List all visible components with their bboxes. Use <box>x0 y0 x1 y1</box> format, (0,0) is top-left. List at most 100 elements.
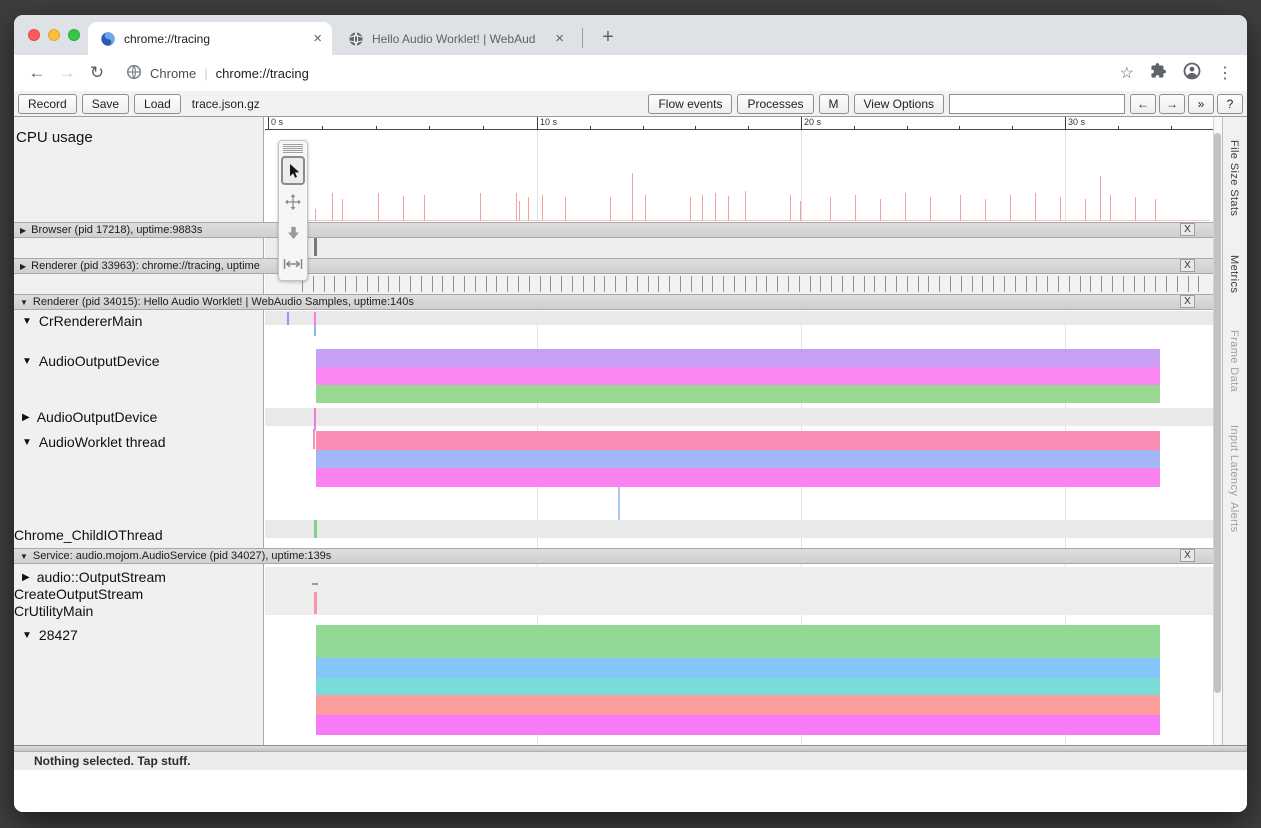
menu-kebab-icon[interactable]: ⋮ <box>1217 63 1233 83</box>
zoom-tool-button[interactable] <box>281 218 305 247</box>
trace-event-tick[interactable] <box>453 276 454 292</box>
thread-label-row[interactable]: Chrome_ChildIOThread <box>14 526 262 544</box>
process-header[interactable]: ▼Service: audio.mojom.AudioService (pid … <box>14 548 1213 564</box>
trace-event-tick[interactable] <box>820 276 821 292</box>
trace-event-tick[interactable] <box>1101 276 1102 292</box>
thread-label-row[interactable]: ▼28427 <box>14 626 262 644</box>
close-process-button[interactable]: X <box>1180 295 1195 308</box>
trace-event-tick[interactable] <box>388 276 389 292</box>
trace-event-tick[interactable] <box>766 276 767 292</box>
trace-event-tick[interactable] <box>950 276 951 292</box>
trace-event-tick[interactable] <box>313 276 314 292</box>
thread-label-row[interactable]: ▼AudioWorklet thread <box>14 433 262 451</box>
utility-28427-bars[interactable] <box>316 678 1160 695</box>
collapse-arrow-icon[interactable]: ▼ <box>20 552 28 561</box>
scrollbar-thumb[interactable] <box>1214 133 1221 693</box>
trace-event-tick[interactable] <box>1026 276 1027 292</box>
worklet-blue-tick[interactable] <box>618 487 620 520</box>
trace-event-tick[interactable] <box>1198 276 1199 292</box>
extensions-puzzle-icon[interactable] <box>1150 62 1167 84</box>
trace-event-tick[interactable] <box>442 276 443 292</box>
find-previous-button[interactable]: ← <box>1130 94 1156 114</box>
expand-arrow-icon[interactable]: ▶ <box>22 572 30 583</box>
zoom-window-button[interactable] <box>68 29 80 41</box>
process-header[interactable]: ▼Renderer (pid 34015): Hello Audio Workl… <box>14 294 1213 310</box>
renderer-main-purple-tick[interactable] <box>287 312 289 325</box>
trace-event-tick[interactable] <box>507 276 508 292</box>
trace-event-tick[interactable] <box>421 276 422 292</box>
createoutputstream-pink-tick[interactable] <box>314 592 317 614</box>
trace-event-tick[interactable] <box>842 276 843 292</box>
trace-event-tick[interactable] <box>1123 276 1124 292</box>
close-process-button[interactable]: X <box>1180 223 1195 236</box>
close-window-button[interactable] <box>28 29 40 41</box>
collapse-arrow-icon[interactable]: ▼ <box>22 437 32 448</box>
trace-event-tick[interactable] <box>939 276 940 292</box>
more-options-button[interactable]: » <box>1188 94 1214 114</box>
trace-event-tick[interactable] <box>982 276 983 292</box>
thread-label-row[interactable]: ▶audio::OutputStream <box>14 568 262 586</box>
trace-event-tick[interactable] <box>1015 276 1016 292</box>
trace-event-tick[interactable] <box>637 276 638 292</box>
close-process-button[interactable]: X <box>1180 549 1195 562</box>
utility-28427-bars[interactable] <box>316 695 1160 715</box>
process-header[interactable]: ▶Browser (pid 17218), uptime:9883sX <box>14 222 1213 238</box>
trace-event-tick[interactable] <box>874 276 875 292</box>
tab-tracing[interactable]: chrome://tracing × <box>88 22 332 55</box>
renderer-main-pink-tick[interactable] <box>314 312 316 325</box>
audio-worklet-start-tick[interactable] <box>313 429 315 449</box>
audio-output-device-bars[interactable] <box>316 349 1160 367</box>
trace-event-tick[interactable] <box>529 276 530 292</box>
bookmark-star-icon[interactable]: ☆ <box>1120 63 1134 83</box>
trace-event-tick[interactable] <box>1036 276 1037 292</box>
forward-icon[interactable]: → <box>52 63 82 83</box>
trace-event-tick[interactable] <box>723 276 724 292</box>
expand-arrow-icon[interactable]: ▶ <box>20 262 26 271</box>
utility-28427-bars[interactable] <box>316 715 1160 735</box>
trace-event-tick[interactable] <box>691 276 692 292</box>
thread-label-row[interactable]: CreateOutputStream <box>14 585 262 603</box>
minimize-window-button[interactable] <box>48 29 60 41</box>
sidebar-tab-frame-data[interactable]: Frame Data <box>1228 330 1240 392</box>
trace-event-tick[interactable] <box>626 276 627 292</box>
audio-worklet-bars[interactable] <box>316 468 1160 487</box>
trace-event-tick[interactable] <box>896 276 897 292</box>
find-next-button[interactable]: → <box>1159 94 1185 114</box>
trace-event-tick[interactable] <box>604 276 605 292</box>
trace-event-tick[interactable] <box>853 276 854 292</box>
trace-event-tick[interactable] <box>367 276 368 292</box>
trace-event-tick[interactable] <box>486 276 487 292</box>
trace-event-tick[interactable] <box>648 276 649 292</box>
processes-button[interactable]: Processes <box>737 94 813 114</box>
trace-event-tick[interactable] <box>756 276 757 292</box>
trace-event-tick[interactable] <box>1047 276 1048 292</box>
browser-event-tick[interactable] <box>314 238 317 256</box>
sidebar-tab-alerts[interactable]: Alerts <box>1228 502 1240 533</box>
sidebar-tab-input-latency[interactable]: Input Latency <box>1228 425 1240 496</box>
trace-event-tick[interactable] <box>334 276 335 292</box>
omnibox[interactable]: Chrome | chrome://tracing <box>126 64 309 83</box>
thread-label-row[interactable]: CrUtilityMain <box>14 602 262 620</box>
trace-event-tick[interactable] <box>1188 276 1189 292</box>
timing-tool-button[interactable] <box>281 249 305 278</box>
utility-28427-bars[interactable] <box>316 658 1160 678</box>
trace-event-tick[interactable] <box>1080 276 1081 292</box>
renderer-main-blue-tick[interactable] <box>314 325 316 336</box>
trace-event-tick[interactable] <box>356 276 357 292</box>
collapse-arrow-icon[interactable]: ▼ <box>22 356 32 367</box>
trace-event-tick[interactable] <box>831 276 832 292</box>
utility-28427-bars[interactable] <box>316 625 1160 658</box>
thread-label-row[interactable]: ▼CrRendererMain <box>14 312 262 330</box>
trace-event-tick[interactable] <box>615 276 616 292</box>
trace-event-tick[interactable] <box>345 276 346 292</box>
trace-event-tick[interactable] <box>378 276 379 292</box>
find-input[interactable] <box>949 94 1125 114</box>
collapse-arrow-icon[interactable]: ▼ <box>20 298 28 307</box>
trace-event-tick[interactable] <box>961 276 962 292</box>
trace-event-tick[interactable] <box>1058 276 1059 292</box>
trace-event-tick[interactable] <box>1166 276 1167 292</box>
trace-event-tick[interactable] <box>1155 276 1156 292</box>
process-header[interactable]: ▶Renderer (pid 33963): chrome://tracing,… <box>14 258 1213 274</box>
profile-avatar-icon[interactable] <box>1183 62 1201 85</box>
new-tab-button[interactable]: + <box>594 23 622 51</box>
